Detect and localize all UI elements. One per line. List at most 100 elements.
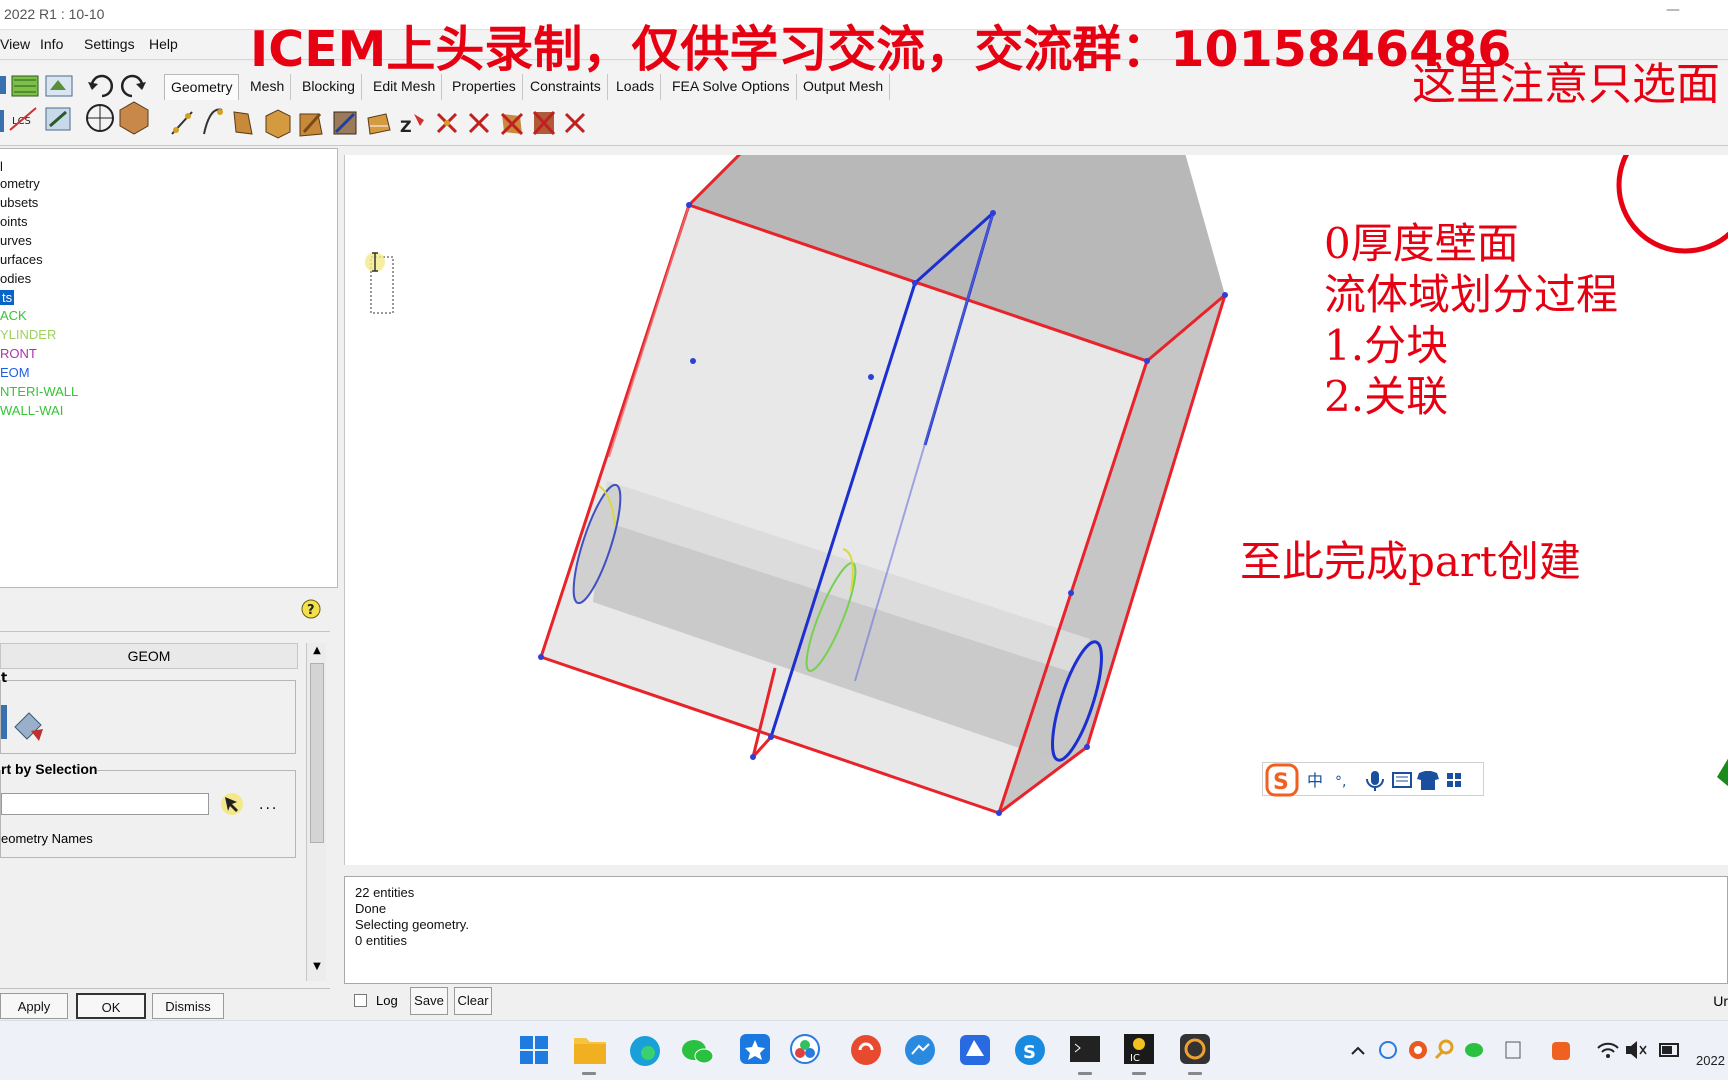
units-label[interactable]: Ur [1713, 993, 1728, 1009]
create-point-icon[interactable] [171, 111, 193, 135]
entities-input[interactable] [1, 793, 209, 815]
menu-view[interactable]: View [0, 36, 30, 52]
tree-item-part-back[interactable]: ACK [0, 308, 27, 323]
message-window[interactable]: 22 entities Done Selecting geometry. 0 e… [344, 876, 1728, 984]
tree-item-part-cylinder[interactable]: YLINDER [0, 327, 56, 342]
wifi-icon[interactable] [1597, 1042, 1619, 1058]
create-part-by-selection-icon[interactable] [14, 712, 43, 741]
more-options-button[interactable]: ... [259, 797, 278, 813]
menu-help[interactable]: Help [149, 36, 178, 52]
message-line: 22 entities [355, 885, 415, 900]
delete-point-icon[interactable] [436, 112, 458, 134]
delete-curve-icon[interactable] [468, 112, 490, 134]
recorder-icon[interactable] [1180, 1034, 1210, 1075]
taskbar-clock[interactable]: 2022 [1696, 1053, 1725, 1068]
create-body-icon[interactable] [265, 109, 291, 139]
create-curve-icon[interactable] [203, 108, 223, 135]
tray-record-icon[interactable] [1409, 1041, 1427, 1059]
tree-item-part-interi-wall[interactable]: NTERI-WALL [0, 384, 78, 399]
delete-any-entity-icon[interactable] [564, 112, 586, 134]
toolbox-icon[interactable] [1447, 773, 1461, 787]
create-midsurface-icon[interactable]: Z [400, 114, 424, 136]
tree-item-surfaces[interactable]: urfaces [0, 252, 43, 267]
tray-overflow-icon[interactable] [1351, 1046, 1365, 1055]
ccleaner-icon[interactable] [851, 1035, 881, 1065]
annotation-step-2: 1.分块 [1324, 321, 1449, 370]
create-surface-icon[interactable] [233, 111, 253, 135]
microphone-icon[interactable] [1366, 771, 1384, 791]
tree-item-part-front[interactable]: RONT [0, 346, 37, 361]
undo-icon[interactable] [88, 74, 114, 98]
svg-text:S: S [1023, 1042, 1036, 1063]
sogou-browser-icon[interactable]: S [1015, 1035, 1045, 1065]
file-explorer-icon[interactable] [574, 1038, 606, 1075]
menu-info[interactable]: Info [40, 36, 63, 52]
clear-log-button[interactable]: Clear [454, 987, 492, 1015]
ime-punctuation-label[interactable]: °, [1335, 774, 1346, 790]
tray-app-icon[interactable] [1379, 1041, 1397, 1059]
tray-ime-icon[interactable] [1505, 1041, 1521, 1059]
annotation-top-right: 这里注意只选面 [1412, 59, 1720, 110]
tree-item-parts-selected[interactable]: ts [0, 290, 15, 305]
wechat-icon[interactable] [682, 1040, 714, 1064]
delete-body-icon[interactable] [532, 110, 556, 136]
feishu-icon[interactable] [960, 1035, 990, 1065]
annotation-step-1: 流体域划分过程 [1324, 270, 1619, 319]
svg-text:IC: IC [1130, 1053, 1140, 1064]
tree-item-geometry[interactable]: ometry [0, 176, 40, 191]
tray-wechat-icon[interactable] [1465, 1043, 1483, 1057]
ime-toolbar[interactable]: S 中 °, [1262, 762, 1484, 797]
log-checkbox[interactable] [354, 994, 367, 1007]
dismiss-button[interactable]: Dismiss [152, 993, 224, 1019]
redo-icon[interactable] [120, 74, 146, 98]
start-icon[interactable] [520, 1036, 548, 1064]
svg-text:S: S [1273, 770, 1289, 795]
scroll-up-arrow[interactable]: ▲ [309, 645, 325, 659]
terminal-icon[interactable] [1070, 1036, 1100, 1075]
ok-button[interactable]: OK [76, 993, 146, 1019]
tree-item-model[interactable]: l [0, 159, 3, 174]
battery-icon[interactable] [1659, 1043, 1679, 1057]
keyboard-icon[interactable] [1392, 772, 1412, 788]
help-icon[interactable]: ? [300, 598, 322, 622]
tree-item-bodies[interactable]: odies [0, 271, 31, 286]
messenger-icon[interactable] [905, 1035, 935, 1065]
restore-dormant-icon[interactable] [367, 113, 391, 135]
save-project-icon[interactable] [45, 75, 73, 97]
cloud-drive-icon[interactable] [790, 1034, 820, 1064]
sogou-logo-icon[interactable]: S [1265, 763, 1299, 797]
delete-surface-icon[interactable] [500, 112, 524, 136]
tree-item-subsets[interactable]: ubsets [0, 195, 38, 210]
geometry-names-label[interactable]: eometry Names [1, 831, 93, 846]
tray-sogou-icon[interactable] [1552, 1042, 1570, 1060]
form-scrollbar[interactable]: ▲ ▼ [306, 643, 326, 981]
skin-icon[interactable] [1417, 771, 1439, 790]
transform-geometry-icon[interactable] [333, 111, 357, 135]
edge-browser-icon[interactable] [630, 1036, 660, 1066]
minimize-button[interactable]: — [1658, 2, 1688, 22]
apply-button[interactable]: Apply [0, 993, 68, 1019]
tree-item-curves[interactable]: urves [0, 233, 32, 248]
lcs-icon[interactable]: LCS [9, 107, 37, 131]
tree-item-part-wall-wai[interactable]: WALL-WAI [0, 403, 63, 418]
tab-geometry[interactable]: Geometry [164, 74, 240, 100]
scroll-down-arrow[interactable]: ▼ [309, 961, 325, 975]
tree-item-part-geom[interactable]: EOM [0, 365, 30, 380]
tray-search-icon[interactable] [1434, 1039, 1454, 1060]
ime-mode-label[interactable]: 中 [1307, 771, 1323, 790]
pinned-app-icon[interactable] [740, 1034, 770, 1064]
scroll-thumb[interactable] [310, 663, 324, 843]
tree-item-points[interactable]: oints [0, 214, 27, 229]
volume-muted-icon[interactable] [1626, 1041, 1647, 1059]
measure-icon[interactable] [45, 107, 71, 131]
select-entities-icon[interactable] [219, 791, 245, 817]
panel-splitter[interactable]: ? [0, 588, 330, 632]
repair-geometry-icon[interactable] [299, 113, 323, 137]
open-geometry-icon[interactable] [11, 75, 39, 97]
menu-settings[interactable]: Settings [84, 36, 135, 52]
svg-text:Z: Z [400, 117, 412, 136]
save-log-button[interactable]: Save [410, 987, 448, 1015]
icem-app-icon[interactable]: IC [1124, 1034, 1154, 1075]
view-wireframe-icon[interactable] [86, 104, 114, 132]
view-solid-icon[interactable] [119, 101, 149, 135]
